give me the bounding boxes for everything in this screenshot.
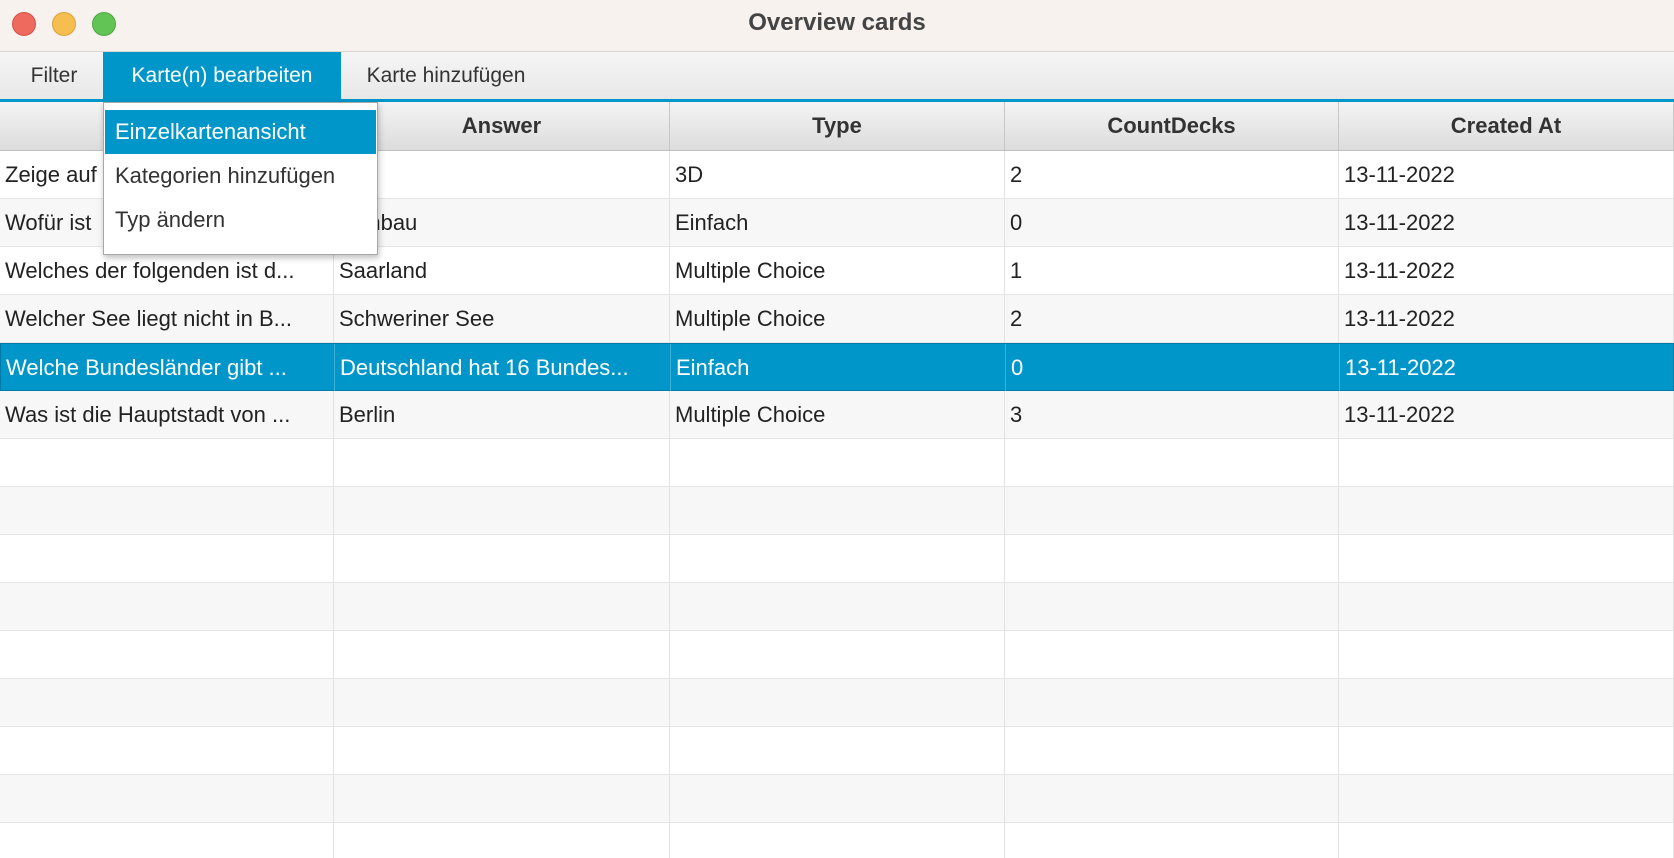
- cell-created-at: 13-11-2022: [1339, 199, 1674, 246]
- cell-countdecks: 0: [1005, 199, 1339, 246]
- cell-question: [0, 679, 334, 726]
- cell-answer: [334, 679, 670, 726]
- cell-answer: Saarland: [334, 247, 670, 294]
- cell-created-at: [1339, 535, 1674, 582]
- cell-created-at: [1339, 487, 1674, 534]
- cell-created-at: [1339, 583, 1674, 630]
- cell-type: Multiple Choice: [670, 391, 1005, 438]
- cell-countdecks: [1005, 679, 1339, 726]
- cell-countdecks: 0: [1006, 344, 1340, 391]
- menu-item-add-categories[interactable]: Kategorien hinzufügen: [105, 154, 376, 198]
- cell-type: [670, 487, 1005, 534]
- table-row[interactable]: Welche Bundesländer gibt ... Deutschland …: [0, 343, 1674, 391]
- menu-filter[interactable]: Filter: [14, 52, 94, 99]
- cell-type: Einfach: [670, 199, 1005, 246]
- cell-created-at: [1339, 775, 1674, 822]
- cell-created-at: [1339, 727, 1674, 774]
- cell-question: [0, 631, 334, 678]
- cell-countdecks: [1005, 727, 1339, 774]
- cell-countdecks: 1: [1005, 247, 1339, 294]
- empty-table-row[interactable]: [0, 775, 1674, 823]
- menu-add-card[interactable]: Karte hinzufügen: [350, 52, 542, 99]
- cell-answer: Deutschland hat 16 Bundes...: [335, 344, 671, 391]
- edit-cards-dropdown: Einzelkartenansicht Kategorien hinzufüge…: [103, 102, 378, 255]
- cell-type: Einfach: [671, 344, 1006, 391]
- cell-question: [0, 439, 334, 486]
- cell-type: [670, 775, 1005, 822]
- empty-table-row[interactable]: [0, 535, 1674, 583]
- column-header-answer[interactable]: Answer: [334, 102, 670, 150]
- cell-type: [670, 679, 1005, 726]
- cell-countdecks: [1005, 535, 1339, 582]
- cell-created-at: 13-11-2022: [1339, 295, 1674, 342]
- cell-question: [0, 487, 334, 534]
- table-row[interactable]: Was ist die Hauptstadt von ... Berlin Mult…: [0, 391, 1674, 439]
- cell-type: [670, 727, 1005, 774]
- cell-countdecks: [1005, 583, 1339, 630]
- cell-question: [0, 535, 334, 582]
- menu-bar: Filter Karte(n) bearbeiten Karte hinzufü…: [0, 52, 1674, 102]
- cell-created-at: 13-11-2022: [1339, 391, 1674, 438]
- cell-created-at: 13-11-2022: [1339, 247, 1674, 294]
- menu-item-single-card-view[interactable]: Einzelkartenansicht: [105, 110, 376, 154]
- cell-countdecks: 3: [1005, 391, 1339, 438]
- cell-answer: [334, 151, 670, 198]
- cell-answer: [334, 583, 670, 630]
- empty-table-row[interactable]: [0, 487, 1674, 535]
- title-bar: Overview cards: [0, 0, 1674, 52]
- cell-answer: [334, 727, 670, 774]
- cell-question: [0, 775, 334, 822]
- cell-type: Multiple Choice: [670, 295, 1005, 342]
- cell-countdecks: [1005, 487, 1339, 534]
- cell-created-at: [1339, 631, 1674, 678]
- cell-question: [0, 823, 334, 858]
- cell-type: [670, 535, 1005, 582]
- cell-countdecks: [1005, 823, 1339, 858]
- cell-question: Was ist die Hauptstadt von ...: [0, 391, 334, 438]
- cell-answer: [334, 631, 670, 678]
- cell-countdecks: [1005, 631, 1339, 678]
- column-header-created-at[interactable]: Created At: [1339, 102, 1674, 150]
- cell-created-at: 13-11-2022: [1339, 151, 1674, 198]
- cell-created-at: [1339, 823, 1674, 858]
- cell-question: [0, 727, 334, 774]
- cell-type: [670, 583, 1005, 630]
- empty-table-row[interactable]: [0, 679, 1674, 727]
- cell-type: [670, 823, 1005, 858]
- cell-answer: [334, 823, 670, 858]
- cell-type: 3D: [670, 151, 1005, 198]
- empty-table-row[interactable]: [0, 823, 1674, 858]
- empty-table-row[interactable]: [0, 727, 1674, 775]
- table-row[interactable]: Welcher See liegt nicht in B... Schwerine…: [0, 295, 1674, 343]
- empty-table-row[interactable]: [0, 439, 1674, 487]
- cell-created-at: [1339, 439, 1674, 486]
- cell-answer: [334, 487, 670, 534]
- cell-countdecks: [1005, 775, 1339, 822]
- cell-countdecks: 2: [1005, 151, 1339, 198]
- window-title: Overview cards: [748, 9, 926, 36]
- cell-question: Welche Bundesländer gibt ...: [1, 344, 335, 391]
- cell-answer: [334, 535, 670, 582]
- cell-question: Welcher See liegt nicht in B...: [0, 295, 334, 342]
- cell-answer: stanbau: [334, 199, 670, 246]
- menu-item-change-type[interactable]: Typ ändern: [105, 198, 376, 242]
- empty-table-row[interactable]: [0, 583, 1674, 631]
- column-header-countdecks[interactable]: CountDecks: [1005, 102, 1339, 150]
- cell-created-at: [1339, 679, 1674, 726]
- cell-type: Multiple Choice: [670, 247, 1005, 294]
- cell-countdecks: 2: [1005, 295, 1339, 342]
- cell-countdecks: [1005, 439, 1339, 486]
- cell-answer: Schweriner See: [334, 295, 670, 342]
- empty-table-row[interactable]: [0, 631, 1674, 679]
- cell-type: [670, 631, 1005, 678]
- app-window: Overview cards Filter Karte(n) bearbeite…: [0, 0, 1674, 858]
- column-header-type[interactable]: Type: [670, 102, 1005, 150]
- cell-type: [670, 439, 1005, 486]
- cell-answer: [334, 439, 670, 486]
- cell-answer: Berlin: [334, 391, 670, 438]
- cell-created-at: 13-11-2022: [1340, 344, 1674, 391]
- cell-answer: [334, 775, 670, 822]
- menu-edit-cards[interactable]: Karte(n) bearbeiten: [103, 52, 341, 99]
- cell-question: [0, 583, 334, 630]
